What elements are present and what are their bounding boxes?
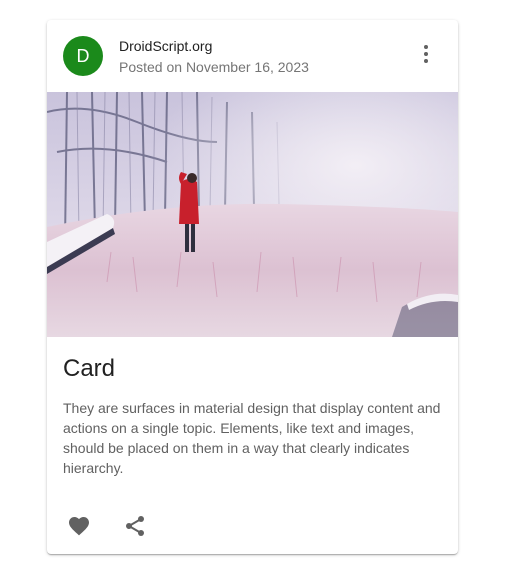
card: D DroidScript.org Posted on November 16,…: [47, 20, 458, 554]
card-title: Card: [63, 355, 116, 382]
card-content: Card They are surfaces in material desig…: [63, 355, 442, 478]
card-header: D DroidScript.org Posted on November 16,…: [47, 20, 458, 92]
share-button[interactable]: [115, 506, 155, 546]
avatar: D: [63, 36, 103, 76]
favorite-button[interactable]: [59, 506, 99, 546]
card-header-title: DroidScript.org: [119, 38, 213, 54]
card-media-image: [47, 92, 458, 337]
more-vert-icon[interactable]: [414, 42, 438, 66]
heart-icon: [69, 517, 89, 536]
header-text: DroidScript.org Posted on November 16, 2…: [119, 37, 309, 77]
card-header-subheader: Posted on November 16, 2023: [119, 59, 309, 75]
share-icon: [126, 516, 144, 536]
card-body-text: They are surfaces in material design tha…: [63, 400, 441, 476]
